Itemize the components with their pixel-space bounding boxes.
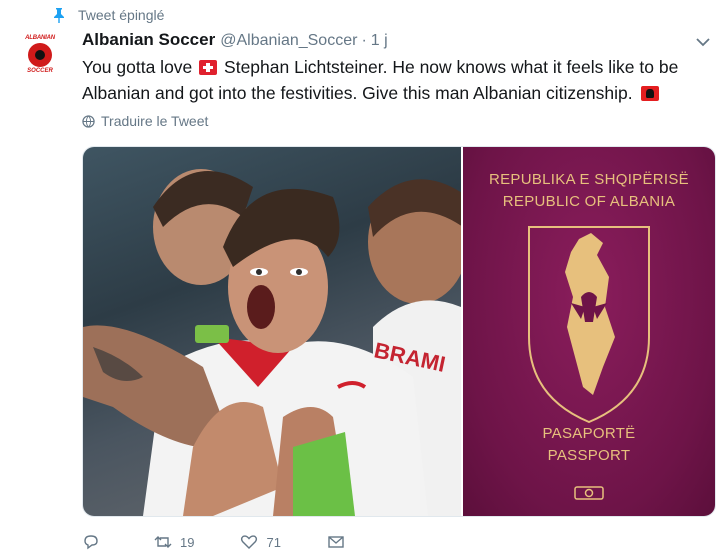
passport-photo[interactable]: REPUBLIKA E SHQIPËRISË REPUBLIC OF ALBAN…: [463, 147, 715, 516]
tweet-media[interactable]: BRAMI REPUBLIKA E SHQIPËRISË REPUBLIC OF…: [82, 146, 716, 517]
pinned-label: Tweet épinglé: [78, 7, 165, 23]
tweet-header: Albanian Soccer @Albanian_Soccer · 1 j: [82, 30, 388, 52]
pin-icon: [54, 8, 64, 23]
retweet-count: 19: [180, 534, 195, 550]
display-name[interactable]: Albanian Soccer: [82, 30, 215, 50]
timestamp[interactable]: 1 j: [371, 32, 388, 50]
globe-icon: [82, 114, 95, 128]
translate-label: Traduire le Tweet: [101, 113, 209, 129]
retweet-icon: [154, 536, 172, 548]
reply-button[interactable]: [82, 534, 108, 550]
tweet-actions: 19 71: [82, 532, 412, 552]
tweet-text-part1: You gotta love: [82, 57, 193, 77]
avatar-bottom-text: SOCCER: [27, 68, 53, 74]
albanian-flag-icon: [641, 86, 660, 101]
retweet-button[interactable]: 19: [154, 534, 194, 550]
chevron-down-icon[interactable]: [695, 36, 711, 48]
like-button[interactable]: 71: [240, 534, 281, 550]
direct-message-button[interactable]: [327, 534, 353, 550]
separator-dot: ·: [361, 32, 367, 49]
translate-link[interactable]: Traduire le Tweet: [82, 113, 208, 129]
tweet-text: You gotta love Stephan Lichtsteiner. He …: [82, 54, 702, 106]
player-illustration: BRAMI: [83, 169, 461, 516]
pinned-indicator: Tweet épinglé: [52, 5, 164, 25]
message-icon: [328, 536, 344, 548]
reply-icon: [84, 535, 98, 550]
avatar-ball-icon: [28, 43, 52, 67]
user-handle[interactable]: @Albanian_Soccer: [220, 32, 357, 50]
passport-line-3: PASAPORTË: [542, 425, 636, 442]
avatar[interactable]: ALBANIAN SOCCER: [16, 31, 64, 79]
heart-icon: [241, 535, 258, 549]
avatar-top-text: ALBANIAN: [25, 35, 55, 41]
swiss-flag-icon: [199, 60, 218, 75]
player-photo[interactable]: BRAMI: [83, 147, 461, 516]
passport-line-4: PASSPORT: [547, 447, 631, 464]
like-count: 71: [266, 534, 281, 550]
